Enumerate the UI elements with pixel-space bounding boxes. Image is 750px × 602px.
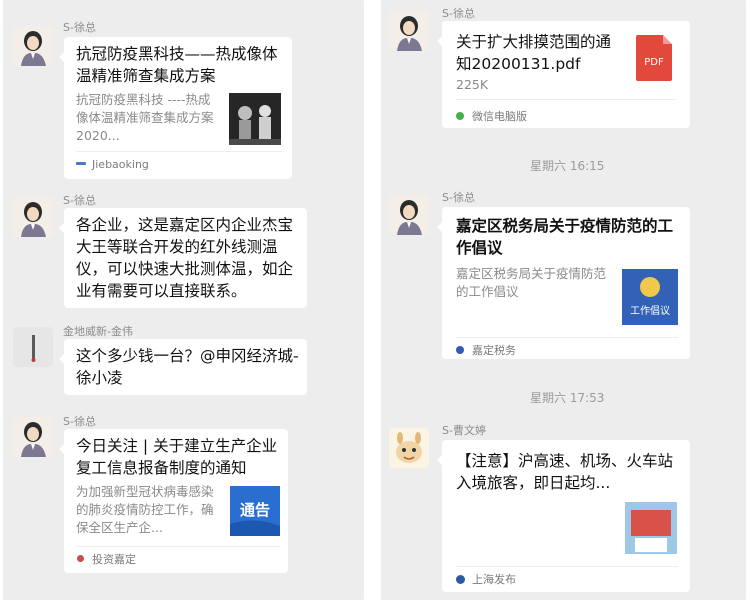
file-card[interactable]: 关于扩大排摸范围的通知20200131.pdf 225K PDF 微信电脑版 bbox=[437, 21, 690, 128]
sender-name: 金地威新-金伟 bbox=[63, 325, 133, 338]
file-name: 关于扩大排摸范围的通知20200131.pdf bbox=[456, 33, 612, 73]
article-title: 抗冠防疫黑科技——热成像体温精准筛查集成方案 bbox=[76, 45, 278, 85]
article-thumbnail: 工作倡议 bbox=[622, 269, 678, 325]
sender-name: S-徐总 bbox=[442, 7, 475, 20]
article-card[interactable]: 今日关注 | 关于建立生产企业复工信息报备制度的通知 为加强新型冠状病毒感染的肺… bbox=[59, 429, 288, 573]
article-thumbnail bbox=[229, 93, 281, 145]
timestamp: 星期六 16:15 bbox=[530, 159, 605, 173]
article-source: 投资嘉定 bbox=[92, 553, 136, 566]
article-thumbnail bbox=[625, 502, 677, 554]
text-message[interactable]: 这个多少钱一台？@申冈经济城-徐小凌 bbox=[59, 339, 307, 395]
article-description: 为加强新型冠状病毒感染的肺炎疫情防控工作，确保全区生产企... bbox=[76, 484, 214, 535]
article-thumbnail: 通告 bbox=[230, 486, 280, 536]
article-description: 嘉定区税务局关于疫情防范的工作倡议 bbox=[456, 266, 607, 299]
sender-avatar[interactable] bbox=[389, 195, 429, 235]
sender-avatar[interactable] bbox=[13, 197, 53, 237]
sender-name: S-徐总 bbox=[63, 415, 96, 428]
source-icon bbox=[76, 162, 86, 165]
article-title: 【注意】沪高速、机场、火车站入境旅客，即日起均... bbox=[456, 452, 674, 492]
sender-name: S-徐总 bbox=[442, 191, 475, 204]
watermark-logo: 上海 bbox=[552, 526, 613, 556]
sender-name: S-徐总 bbox=[63, 194, 96, 207]
file-size: 225K bbox=[456, 77, 489, 92]
file-source: 微信电脑版 bbox=[472, 110, 527, 123]
article-title: 今日关注 | 关于建立生产企业复工信息报备制度的通知 bbox=[76, 437, 278, 477]
sender-avatar[interactable] bbox=[389, 11, 429, 51]
sender-avatar[interactable] bbox=[389, 428, 429, 468]
article-source: Jiebaoking bbox=[92, 158, 149, 171]
timestamp: 星期六 17:53 bbox=[530, 391, 605, 405]
message-text: 各企业，这是嘉定区内企业杰宝大王等联合开发的红外线测温仪，可以快速大批测体温，如… bbox=[76, 216, 294, 300]
source-icon bbox=[456, 346, 464, 354]
pdf-file-icon: PDF bbox=[636, 35, 672, 81]
wechat-icon bbox=[456, 112, 464, 120]
article-source: 上海发布 bbox=[472, 573, 516, 586]
article-card[interactable]: 嘉定区税务局关于疫情防范的工作倡议 嘉定区税务局关于疫情防范的工作倡议 工作倡议… bbox=[437, 207, 690, 359]
sender-name: S-徐总 bbox=[63, 21, 96, 34]
article-source: 嘉定税务 bbox=[472, 344, 516, 357]
sender-avatar[interactable] bbox=[13, 26, 53, 66]
article-title: 嘉定区税务局关于疫情防范的工作倡议 bbox=[456, 217, 674, 257]
sender-name: S-曹文婷 bbox=[442, 424, 486, 437]
text-message[interactable]: 各企业，这是嘉定区内企业杰宝大王等联合开发的红外线测温仪，可以快速大批测体温，如… bbox=[59, 208, 307, 308]
source-icon bbox=[456, 575, 465, 584]
thumbnail-text: 通告 bbox=[239, 501, 270, 519]
sender-avatar[interactable] bbox=[13, 417, 53, 457]
sender-avatar[interactable] bbox=[13, 327, 53, 367]
thumbnail-text: 工作倡议 bbox=[630, 306, 670, 317]
article-card[interactable]: 抗冠防疫黑科技——热成像体温精准筛查集成方案 抗冠防疫黑科技 ----热成像体温… bbox=[59, 37, 292, 179]
article-description: 抗冠防疫黑科技 ----热成像体温精准筛查集成方案 2020... bbox=[76, 92, 214, 143]
article-card[interactable]: 【注意】沪高速、机场、火车站入境旅客，即日起均... 上海发布 bbox=[437, 440, 690, 592]
message-text: 这个多少钱一台？@申冈经济城-徐小凌 bbox=[76, 347, 299, 387]
source-icon bbox=[77, 555, 84, 562]
